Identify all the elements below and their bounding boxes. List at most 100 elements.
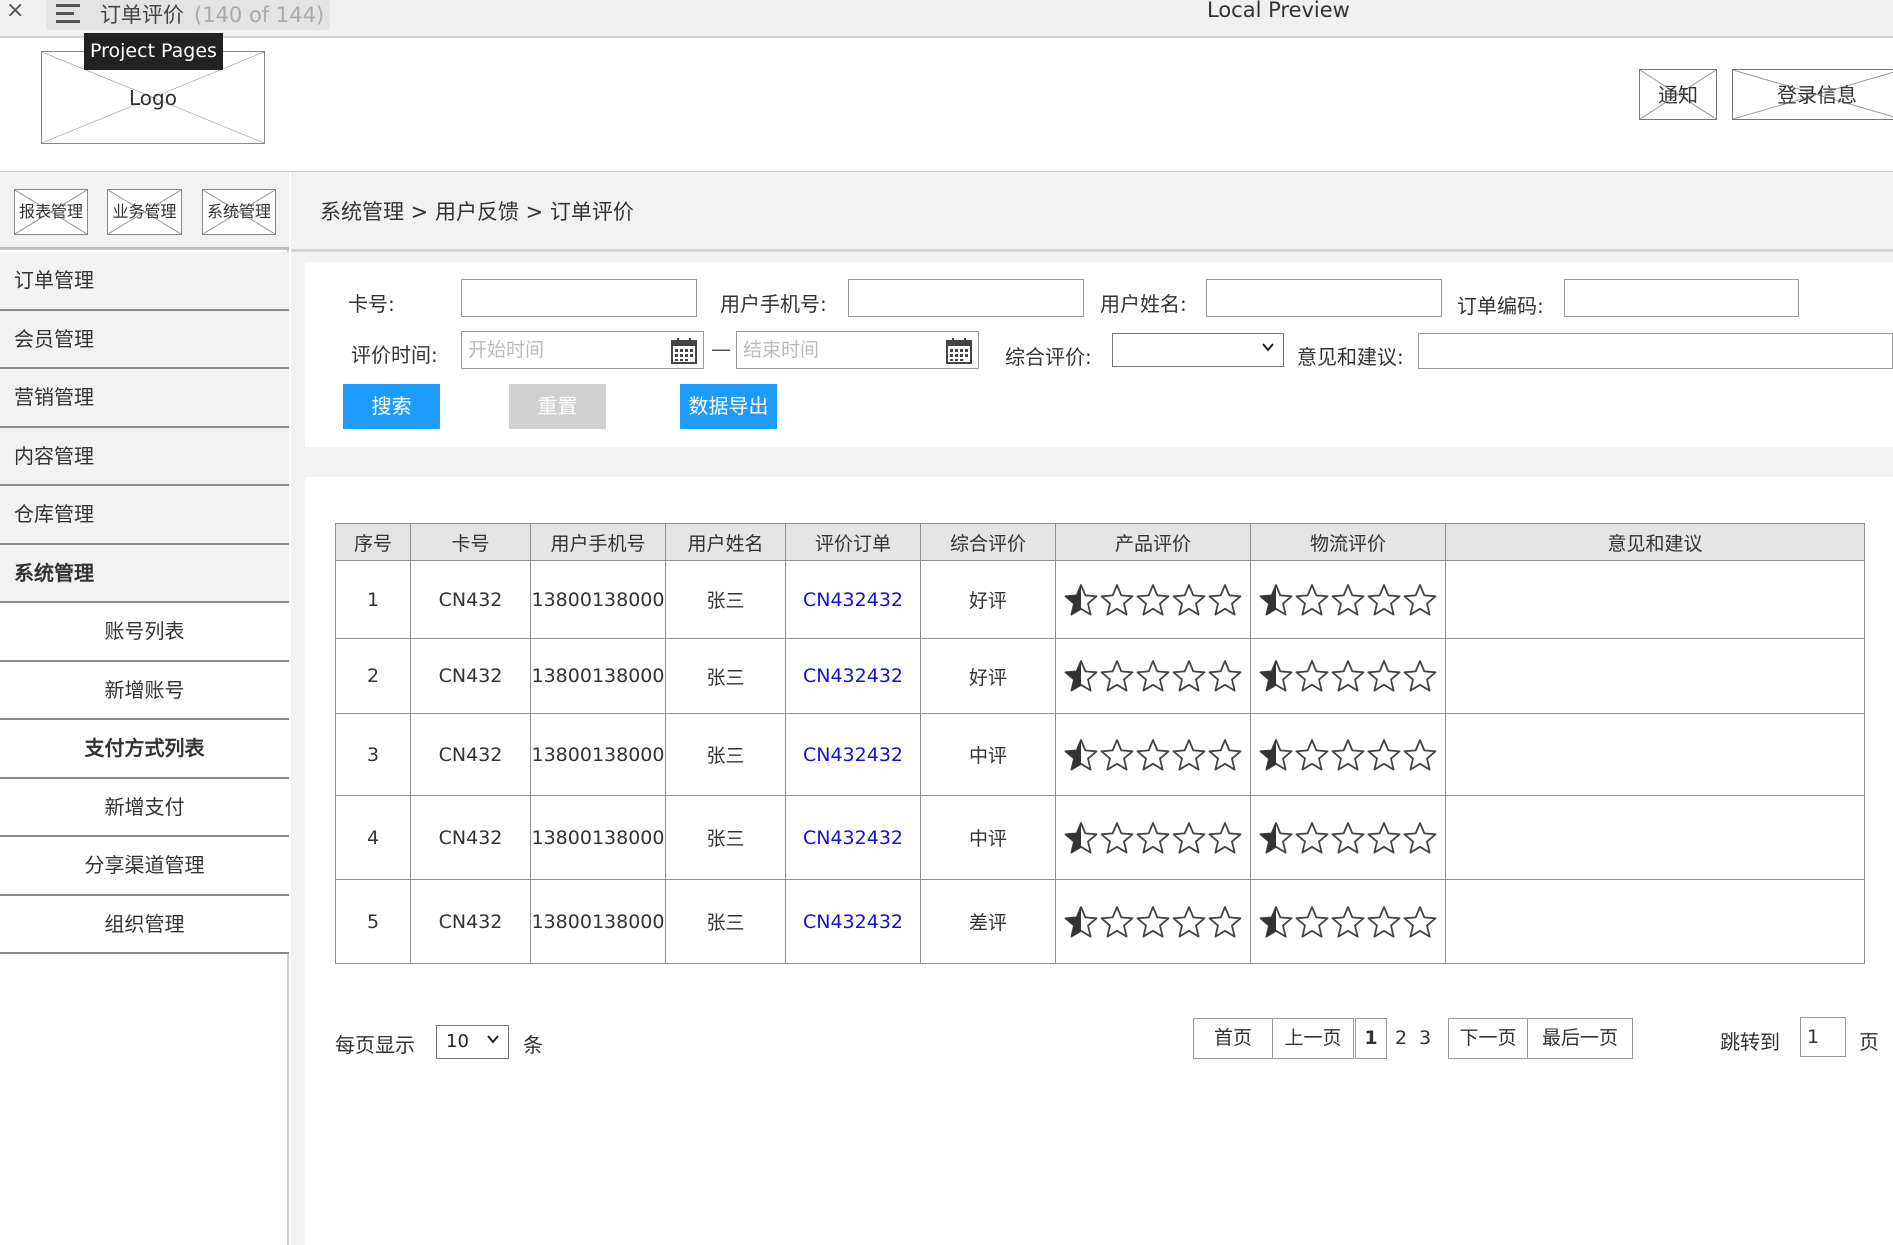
star-icon[interactable] <box>1136 738 1170 772</box>
star-icon[interactable] <box>1208 738 1242 772</box>
report-management-button[interactable]: 报表管理 <box>14 189 88 235</box>
star-icon[interactable] <box>1403 905 1437 939</box>
star-icon[interactable] <box>1331 583 1365 617</box>
star-icon[interactable] <box>1295 659 1329 693</box>
star-icon[interactable] <box>1295 821 1329 855</box>
order-link[interactable]: CN432432 <box>785 795 921 880</box>
start-date-input[interactable]: 开始时间 <box>461 331 704 369</box>
sidebar-sub-item[interactable]: 账号列表 <box>0 603 289 662</box>
prev-page-button[interactable]: 上一页 <box>1272 1018 1354 1059</box>
login-info-button[interactable]: 登录信息 <box>1732 69 1893 120</box>
page-2-link[interactable]: 2 <box>1395 1027 1407 1049</box>
star-icon[interactable] <box>1100 821 1134 855</box>
star-icon[interactable] <box>1403 583 1437 617</box>
star-icon[interactable] <box>1367 821 1401 855</box>
star-icon[interactable] <box>1064 583 1098 617</box>
star-icon[interactable] <box>1403 821 1437 855</box>
product-rating-stars[interactable] <box>1064 821 1242 855</box>
star-icon[interactable] <box>1064 821 1098 855</box>
star-icon[interactable] <box>1208 905 1242 939</box>
star-icon[interactable] <box>1064 659 1098 693</box>
sidebar-group-item[interactable]: 营销管理 <box>0 369 289 428</box>
star-icon[interactable] <box>1100 905 1134 939</box>
star-icon[interactable] <box>1367 659 1401 693</box>
star-icon[interactable] <box>1259 583 1293 617</box>
page-selector[interactable]: 订单评价 (140 of 144) <box>46 0 330 30</box>
product-rating-stars[interactable] <box>1064 905 1242 939</box>
logistics-rating-stars[interactable] <box>1259 583 1437 617</box>
star-icon[interactable] <box>1331 738 1365 772</box>
name-input[interactable] <box>1206 279 1442 317</box>
sidebar-sub-item[interactable]: 支付方式列表 <box>0 720 289 779</box>
page-3-link[interactable]: 3 <box>1419 1027 1431 1049</box>
next-page-button[interactable]: 下一页 <box>1448 1018 1528 1059</box>
star-icon[interactable] <box>1295 738 1329 772</box>
close-icon[interactable]: × <box>6 0 24 23</box>
star-icon[interactable] <box>1136 821 1170 855</box>
sidebar-group-item[interactable]: 订单管理 <box>0 252 289 311</box>
star-icon[interactable] <box>1367 583 1401 617</box>
star-icon[interactable] <box>1100 583 1134 617</box>
order-code-input[interactable] <box>1564 279 1799 317</box>
product-rating-stars[interactable] <box>1064 738 1242 772</box>
overall-rating-select[interactable] <box>1112 333 1284 367</box>
phone-input[interactable] <box>848 279 1084 317</box>
star-icon[interactable] <box>1259 659 1293 693</box>
sidebar-sub-item[interactable]: 组织管理 <box>0 895 289 954</box>
star-icon[interactable] <box>1208 583 1242 617</box>
star-icon[interactable] <box>1295 583 1329 617</box>
star-icon[interactable] <box>1172 659 1206 693</box>
last-page-button[interactable]: 最后一页 <box>1527 1018 1633 1059</box>
star-icon[interactable] <box>1136 905 1170 939</box>
jump-page-input[interactable]: 1 <box>1800 1017 1846 1057</box>
star-icon[interactable] <box>1259 821 1293 855</box>
star-icon[interactable] <box>1100 738 1134 772</box>
page-1-button[interactable]: 1 <box>1355 1018 1387 1059</box>
business-management-button[interactable]: 业务管理 <box>107 189 182 235</box>
sidebar-group-item[interactable]: 会员管理 <box>0 310 289 369</box>
star-icon[interactable] <box>1100 659 1134 693</box>
logistics-rating-stars[interactable] <box>1259 905 1437 939</box>
star-icon[interactable] <box>1403 659 1437 693</box>
logistics-rating-stars[interactable] <box>1259 738 1437 772</box>
order-link[interactable]: CN432432 <box>785 713 921 796</box>
product-rating-stars[interactable] <box>1064 659 1242 693</box>
star-icon[interactable] <box>1136 583 1170 617</box>
sidebar-group-item[interactable]: 内容管理 <box>0 427 289 486</box>
star-icon[interactable] <box>1259 905 1293 939</box>
star-icon[interactable] <box>1331 659 1365 693</box>
sidebar-group-item[interactable]: 仓库管理 <box>0 486 289 545</box>
star-icon[interactable] <box>1367 738 1401 772</box>
star-icon[interactable] <box>1403 738 1437 772</box>
suggestion-input[interactable] <box>1418 333 1893 369</box>
first-page-button[interactable]: 首页 <box>1193 1018 1273 1059</box>
search-button[interactable]: 搜索 <box>343 384 440 429</box>
star-icon[interactable] <box>1064 738 1098 772</box>
star-icon[interactable] <box>1367 905 1401 939</box>
notification-button[interactable]: 通知 <box>1639 69 1717 120</box>
per-page-select[interactable]: 10 <box>436 1025 509 1059</box>
logistics-rating-stars[interactable] <box>1259 821 1437 855</box>
hamburger-menu-icon[interactable] <box>56 4 82 26</box>
reset-button[interactable]: 重置 <box>509 384 606 429</box>
star-icon[interactable] <box>1172 821 1206 855</box>
order-link[interactable]: CN432432 <box>785 638 921 714</box>
logistics-rating-stars[interactable] <box>1259 659 1437 693</box>
calendar-icon[interactable] <box>946 338 972 364</box>
system-management-button[interactable]: 系统管理 <box>202 189 276 235</box>
star-icon[interactable] <box>1208 659 1242 693</box>
star-icon[interactable] <box>1295 905 1329 939</box>
end-date-input[interactable]: 结束时间 <box>736 331 979 369</box>
star-icon[interactable] <box>1172 738 1206 772</box>
star-icon[interactable] <box>1331 821 1365 855</box>
star-icon[interactable] <box>1172 583 1206 617</box>
star-icon[interactable] <box>1172 905 1206 939</box>
card-input[interactable] <box>461 279 697 317</box>
star-icon[interactable] <box>1331 905 1365 939</box>
star-icon[interactable] <box>1064 905 1098 939</box>
calendar-icon[interactable] <box>671 338 697 364</box>
export-data-button[interactable]: 数据导出 <box>680 384 777 429</box>
order-link[interactable]: CN432432 <box>785 560 921 639</box>
star-icon[interactable] <box>1208 821 1242 855</box>
order-link[interactable]: CN432432 <box>785 879 921 964</box>
